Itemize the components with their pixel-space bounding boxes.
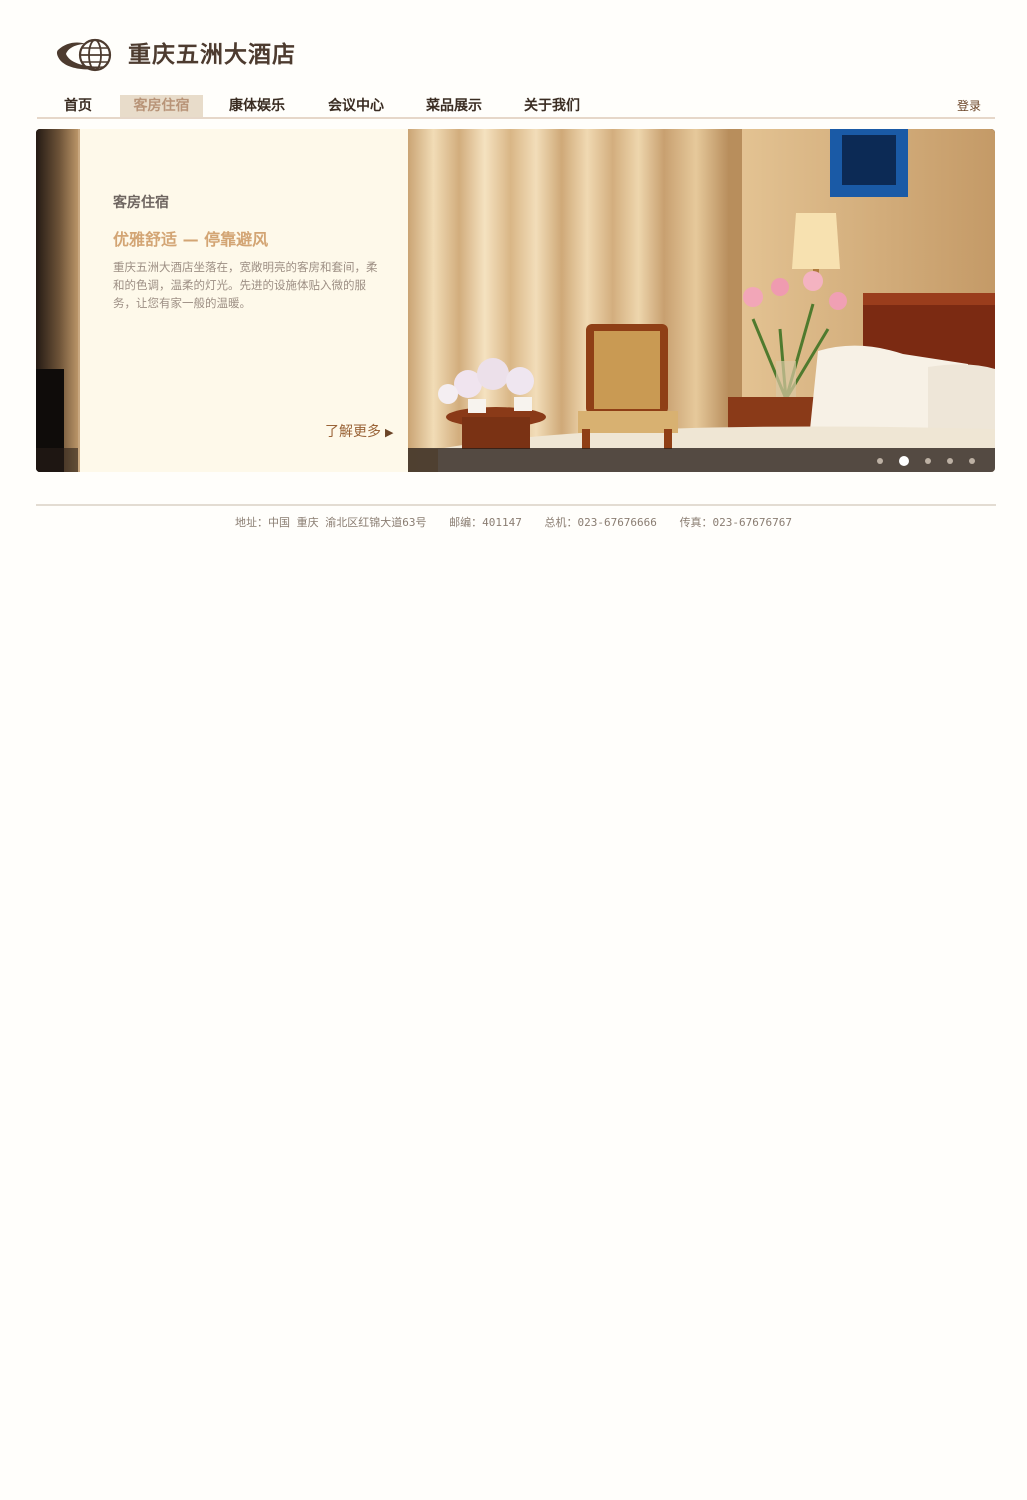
slide-dot-2[interactable] <box>899 456 909 466</box>
slide-controls-bar <box>408 448 995 472</box>
footer-address: 地址：中国 重庆 渝北区红锦大道63号 <box>234 516 427 529</box>
footer: 地址：中国 重庆 渝北区红锦大道63号 邮编：401147 总机：023-676… <box>0 514 1027 530</box>
main-nav: 首页 客房住宿 康体娱乐 会议中心 菜品展示 关于我们 登录 <box>37 95 995 119</box>
footer-phone: 总机：023-67676666 <box>544 516 657 529</box>
slide-dot-4[interactable] <box>947 458 953 464</box>
hotel-room-photo <box>408 129 995 472</box>
nav-item-rooms[interactable]: 客房住宿 <box>120 95 203 117</box>
globe-icon <box>56 38 116 72</box>
site-title: 重庆五洲大酒店 <box>128 42 296 68</box>
learn-more-label: 了解更多 <box>325 424 381 440</box>
banner-bar-left <box>36 448 78 472</box>
slide-indicators <box>861 456 975 466</box>
nav-item-home[interactable]: 首页 <box>48 95 108 117</box>
nav-item-dishes[interactable]: 菜品展示 <box>414 95 494 117</box>
slide-dot-1[interactable] <box>877 458 883 464</box>
learn-more-link[interactable]: 了解更多 ▶ <box>325 421 393 441</box>
site-logo[interactable]: 重庆五洲大酒店 <box>56 38 296 72</box>
footer-divider <box>36 504 996 506</box>
slide-dot-3[interactable] <box>925 458 931 464</box>
login-link[interactable]: 登录 <box>957 96 981 116</box>
nav-item-about[interactable]: 关于我们 <box>512 95 592 117</box>
nav-item-recreation[interactable]: 康体娱乐 <box>217 95 297 117</box>
slide-dot-5[interactable] <box>969 458 975 464</box>
banner-headline: 优雅舒适 — 停靠避风 <box>113 230 269 249</box>
banner-description: 重庆五洲大酒店坐落在，宽敞明亮的客房和套间，柔和的色调，温柔的灯光。先进的设施体… <box>113 260 378 310</box>
hero-banner: 客房住宿 优雅舒适 — 停靠避风 重庆五洲大酒店坐落在，宽敞明亮的客房和套间，柔… <box>36 129 995 472</box>
banner-text-panel: 客房住宿 优雅舒适 — 停靠避风 重庆五洲大酒店坐落在，宽敞明亮的客房和套间，柔… <box>78 129 411 472</box>
section-title: 客房住宿 <box>113 195 169 211</box>
nav-item-conference[interactable]: 会议中心 <box>316 95 396 117</box>
footer-fax: 传真：023-67676767 <box>679 516 793 529</box>
play-triangle-icon: ▶ <box>385 426 394 439</box>
previous-slide-preview[interactable] <box>36 129 78 472</box>
footer-postcode: 邮编：401147 <box>449 516 522 529</box>
